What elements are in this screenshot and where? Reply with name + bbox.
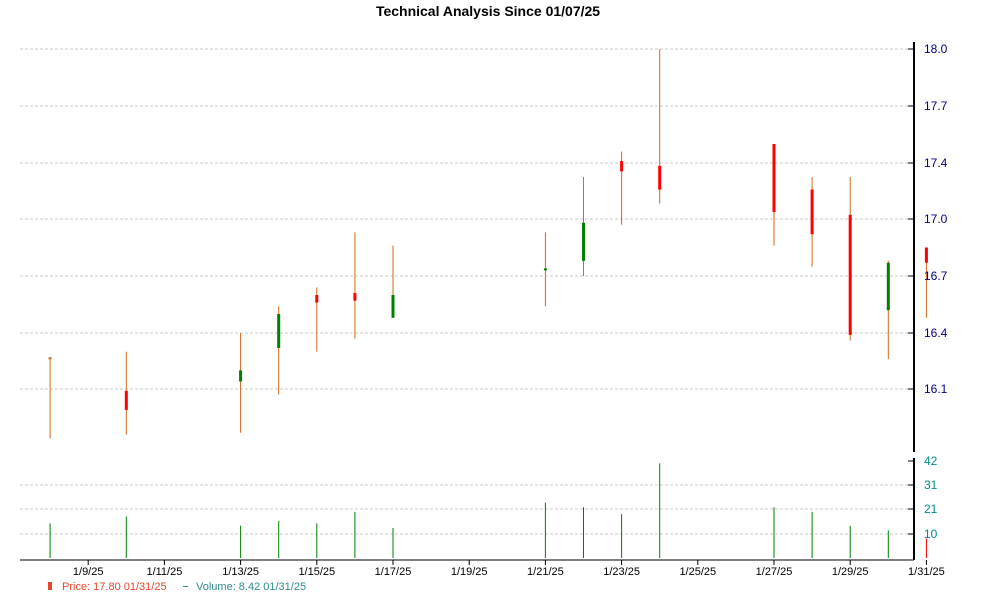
candle-body [658, 165, 662, 190]
candle-body [620, 161, 624, 172]
candle-body [543, 268, 547, 271]
x-tick-label: 1/19/25 [451, 566, 488, 578]
volume-tick-label: 10 [924, 527, 938, 541]
price-tick-label: 16.7 [924, 269, 948, 283]
x-tick-label: 1/27/25 [756, 566, 793, 578]
x-tick-label: 1/25/25 [679, 566, 716, 578]
chart-container: Technical Analysis Since 01/07/25 16.1 16… [0, 0, 1000, 600]
price-tick-label: 17.0 [924, 212, 948, 226]
price-tick-label: 17.4 [924, 156, 948, 170]
x-tick-label: 1/21/25 [527, 566, 564, 578]
candle-body [924, 247, 928, 263]
chart-title: Technical Analysis Since 01/07/25 [376, 3, 600, 19]
volume-legend-label: Volume: 8.42 01/31/25 [196, 581, 306, 593]
price-legend-label: Price: 17.80 01/31/25 [62, 581, 167, 593]
candle-body [848, 214, 852, 335]
candlestick-chart: Technical Analysis Since 01/07/25 16.116… [20, 3, 948, 593]
candle-body [772, 144, 776, 212]
candle-body [391, 295, 395, 318]
x-tick-label: 1/13/25 [222, 566, 259, 578]
x-tick-label: 1/23/25 [603, 566, 640, 578]
legend: Price: 17.80 01/31/25 Volume: 8.42 01/31… [48, 581, 306, 593]
price-candles [48, 49, 928, 439]
price-tick-label: 16.4 [924, 326, 948, 340]
candle-body [124, 390, 128, 410]
candle-body [582, 222, 585, 261]
x-tick-label: 1/9/25 [73, 566, 104, 578]
x-tick-label: 1/15/25 [298, 566, 335, 578]
candle-body [315, 295, 319, 303]
volume-tick-label: 42 [924, 454, 938, 468]
candle-body [353, 293, 357, 301]
volume-tick-label: 21 [924, 502, 938, 516]
x-tick-label: 1/17/25 [375, 566, 412, 578]
candle-body [277, 314, 281, 348]
price-tick-label: 18.0 [924, 42, 948, 56]
x-tick-label: 1/29/25 [832, 566, 869, 578]
candle-body [810, 189, 814, 235]
candle-body [886, 262, 890, 311]
axes: 16.1 16.4 16.7 17.0 17.4 17.7 18.0 10 21 31 42 1/9/… [20, 42, 948, 578]
x-tick-label: 1/31/25 [908, 566, 945, 578]
price-tick-label: 17.7 [924, 99, 948, 113]
candle-body [239, 370, 243, 382]
x-tick-label: 1/11/25 [146, 566, 182, 578]
volume-legend-swatch [183, 586, 188, 587]
candle-body [48, 357, 52, 360]
volume-tick-label: 31 [924, 478, 938, 492]
price-legend-swatch [48, 582, 52, 590]
grid-lines [20, 48, 914, 535]
volume-bars [49, 463, 927, 558]
price-tick-label: 16.1 [924, 382, 948, 396]
